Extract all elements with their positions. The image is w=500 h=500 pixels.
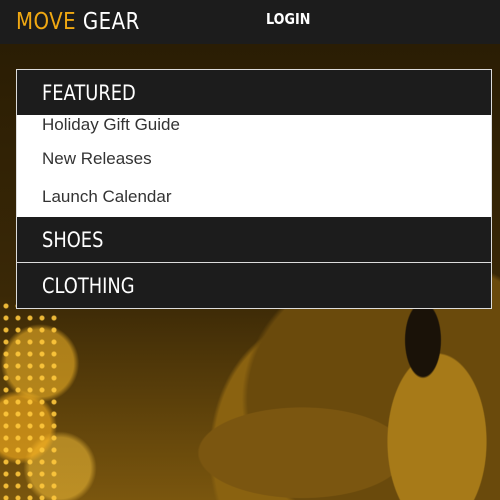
menu-section-label: CLOTHING xyxy=(42,273,135,298)
logo-word-gear: GEAR xyxy=(82,9,140,35)
featured-submenu: Holiday Gift Guide New Releases Launch C… xyxy=(17,115,491,217)
menu-section-clothing[interactable]: CLOTHING xyxy=(17,263,491,308)
nav-menu-panel: FEATURED Holiday Gift Guide New Releases… xyxy=(16,69,492,309)
menu-section-shoes[interactable]: SHOES xyxy=(17,217,491,262)
submenu-item-launch-calendar[interactable]: Launch Calendar xyxy=(17,177,491,217)
menu-section-label: FEATURED xyxy=(42,80,136,105)
submenu-item-new-releases[interactable]: New Releases xyxy=(17,141,491,177)
hero-lights-decoration xyxy=(0,300,60,500)
login-link[interactable]: LOGIN xyxy=(266,10,310,30)
hero-player-figure xyxy=(360,305,500,500)
top-nav-bar: MOVE GEAR LOGIN xyxy=(0,0,500,44)
menu-section-label: SHOES xyxy=(42,227,104,252)
submenu-item-holiday-gift-guide[interactable]: Holiday Gift Guide xyxy=(17,115,491,141)
brand-logo[interactable]: MOVE GEAR xyxy=(16,6,140,38)
menu-section-featured[interactable]: FEATURED xyxy=(17,70,491,115)
logo-word-move: MOVE xyxy=(16,9,77,35)
